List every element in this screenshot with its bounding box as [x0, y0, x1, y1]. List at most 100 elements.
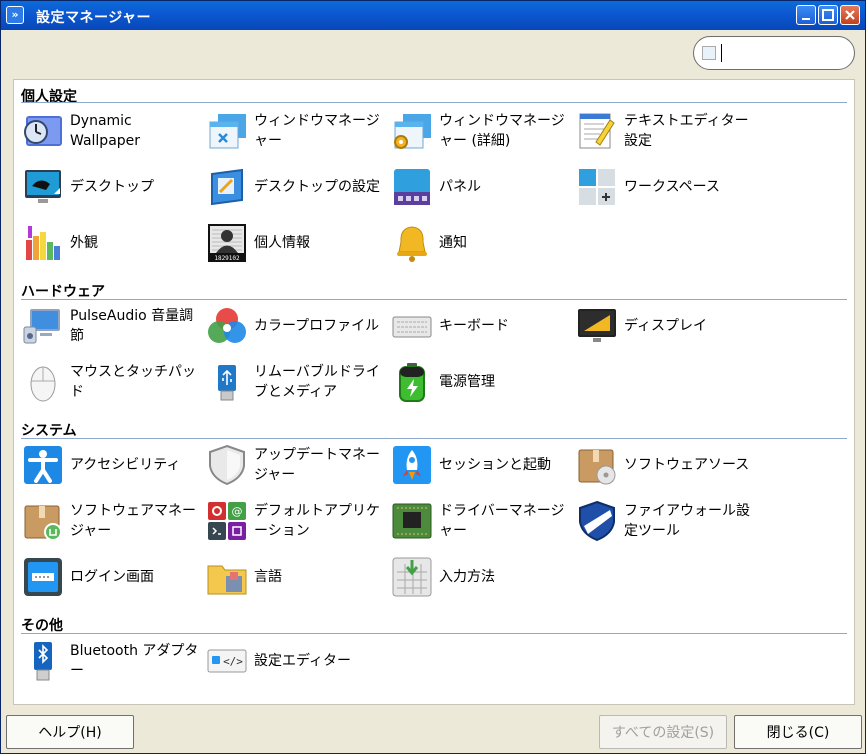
close-button[interactable]: 閉じる(C) — [734, 715, 862, 749]
software-manager-icon — [24, 505, 62, 541]
item-label: Dynamic Wallpaper — [70, 113, 141, 149]
item-settings-editor[interactable]: </> 設定エディター — [206, 636, 390, 686]
search-icon — [702, 46, 716, 60]
item-driver-manager[interactable]: ドライバーマネージャー — [391, 496, 575, 546]
item-label: 入力方法 — [439, 569, 495, 585]
item-display[interactable]: ディスプレイ — [576, 301, 760, 351]
item-label: 言語 — [254, 569, 282, 585]
item-desktop-settings[interactable]: デスクトップの設定 — [206, 162, 390, 212]
item-update-manager[interactable]: アップデートマネージャー — [206, 440, 390, 490]
category-divider — [21, 299, 847, 300]
help-button[interactable]: ヘルプ(H) — [6, 715, 134, 749]
text-editor-icon — [579, 113, 615, 149]
desktop-icon — [25, 170, 61, 203]
driver-board-icon — [392, 503, 432, 539]
item-login-screen[interactable]: ログイン画面 — [22, 552, 206, 602]
item-label: 個人情報 — [254, 235, 310, 251]
item-software-manager[interactable]: ソフトウェアマネージャー — [22, 496, 206, 546]
item-window-manager[interactable]: ウィンドウマネージャー — [206, 106, 390, 156]
svg-text:</>: </> — [223, 655, 243, 668]
item-personal-info[interactable]: 1829102 個人情報 — [206, 218, 390, 268]
category-personal: 個人設定 — [21, 89, 77, 105]
item-label: ワークスペース — [624, 179, 720, 195]
item-panel[interactable]: パネル — [391, 162, 575, 212]
item-label: 外観 — [70, 235, 98, 251]
item-label: ログイン画面 — [70, 569, 154, 585]
item-color-profile[interactable]: カラープロファイル — [206, 301, 390, 351]
close-window-button[interactable] — [840, 5, 860, 25]
item-keyboard[interactable]: キーボード — [391, 301, 575, 351]
item-input-method[interactable]: 入力方法 — [391, 552, 575, 602]
item-default-applications[interactable]: @ デフォルトアプリケーション — [206, 496, 390, 546]
search-field[interactable] — [693, 36, 855, 70]
item-label: リムーバブルドライブとメディア — [254, 364, 380, 400]
item-language[interactable]: 言語 — [206, 552, 390, 602]
mouse-icon — [30, 366, 56, 402]
clock-wallpaper-icon — [24, 116, 62, 146]
item-label: デフォルトアプリケーション — [254, 503, 380, 539]
maximize-icon — [822, 9, 834, 21]
item-label: ディスプレイ — [624, 318, 708, 334]
notification-bell-icon — [397, 226, 427, 262]
item-software-sources[interactable]: ソフトウェアソース — [576, 440, 760, 490]
personal-info-icon: 1829102 — [208, 224, 246, 262]
color-profile-icon — [208, 308, 246, 343]
title-bar[interactable]: » 設定マネージャー — [1, 1, 865, 30]
item-mouse-touchpad[interactable]: マウスとタッチパッド — [22, 357, 206, 407]
language-folder-icon — [207, 565, 247, 595]
item-desktop[interactable]: デスクトップ — [22, 162, 206, 212]
firewall-shield-icon — [579, 500, 615, 542]
input-method-icon — [392, 557, 432, 597]
minimize-icon — [802, 18, 810, 20]
keyboard-icon — [392, 316, 432, 338]
item-label: ウィンドウマネージャー (詳細) — [439, 113, 565, 149]
item-removable-drives[interactable]: リムーバブルドライブとメディア — [206, 357, 390, 407]
item-label: デスクトップの設定 — [254, 179, 380, 195]
category-hardware: ハードウェア — [21, 284, 105, 300]
login-screen-icon — [24, 558, 62, 596]
window-title: 設定マネージャー — [36, 10, 152, 26]
search-input[interactable] — [724, 43, 848, 65]
item-label: アップデートマネージャー — [254, 447, 380, 483]
all-settings-button[interactable]: すべての設定(S) — [599, 715, 727, 749]
item-dynamic-wallpaper[interactable]: Dynamic Wallpaper — [22, 106, 206, 156]
item-label: カラープロファイル — [254, 318, 380, 334]
text-cursor — [721, 44, 722, 62]
rocket-icon — [393, 446, 431, 484]
category-divider — [21, 438, 847, 439]
item-text-editor[interactable]: テキストエディター設定 — [576, 106, 760, 156]
item-pulseaudio-volume[interactable]: PulseAudio 音量調節 — [22, 301, 206, 351]
item-notifications[interactable]: 通知 — [391, 218, 575, 268]
minimize-button[interactable] — [796, 5, 816, 25]
item-label: 設定エディター — [254, 653, 352, 669]
item-bluetooth-adapter[interactable]: Bluetooth アダプター — [22, 636, 206, 686]
item-label: 電源管理 — [439, 374, 495, 390]
item-accessibility[interactable]: アクセシビリティ — [22, 440, 206, 490]
appearance-palette-icon — [26, 226, 60, 260]
close-icon — [845, 10, 855, 20]
bluetooth-adapter-icon — [34, 642, 52, 681]
item-window-manager-tweaks[interactable]: ウィンドウマネージャー (詳細) — [391, 106, 575, 156]
item-firewall[interactable]: ファイアウォール設定ツール — [576, 496, 760, 546]
item-label: PulseAudio 音量調節 — [70, 308, 194, 344]
default-apps-icon: @ — [208, 502, 246, 540]
display-icon — [578, 309, 616, 342]
item-label: キーボード — [439, 318, 509, 334]
window-menu-icon[interactable]: » — [6, 6, 24, 24]
item-label: ドライバーマネージャー — [439, 503, 565, 539]
item-power-manager[interactable]: 電源管理 — [391, 357, 575, 407]
audio-computer-icon — [23, 309, 60, 344]
item-label: 通知 — [439, 235, 467, 251]
item-label: Bluetooth アダプター — [70, 643, 199, 679]
item-workspaces[interactable]: ワークスペース — [576, 162, 760, 212]
window-manager-icon — [209, 114, 246, 149]
item-label: ソフトウェアソース — [624, 457, 750, 473]
maximize-button[interactable] — [818, 5, 838, 25]
settings-panel[interactable]: 個人設定 Dynamic Wallpaper ウィンドウマネージャー ウィンドウ… — [13, 79, 855, 705]
item-label: デスクトップ — [70, 179, 154, 195]
usb-drive-icon — [218, 365, 236, 401]
item-appearance[interactable]: 外観 — [22, 218, 206, 268]
item-session-startup[interactable]: セッションと起動 — [391, 440, 575, 490]
item-label: マウスとタッチパッド — [70, 364, 196, 400]
category-divider — [21, 102, 847, 103]
